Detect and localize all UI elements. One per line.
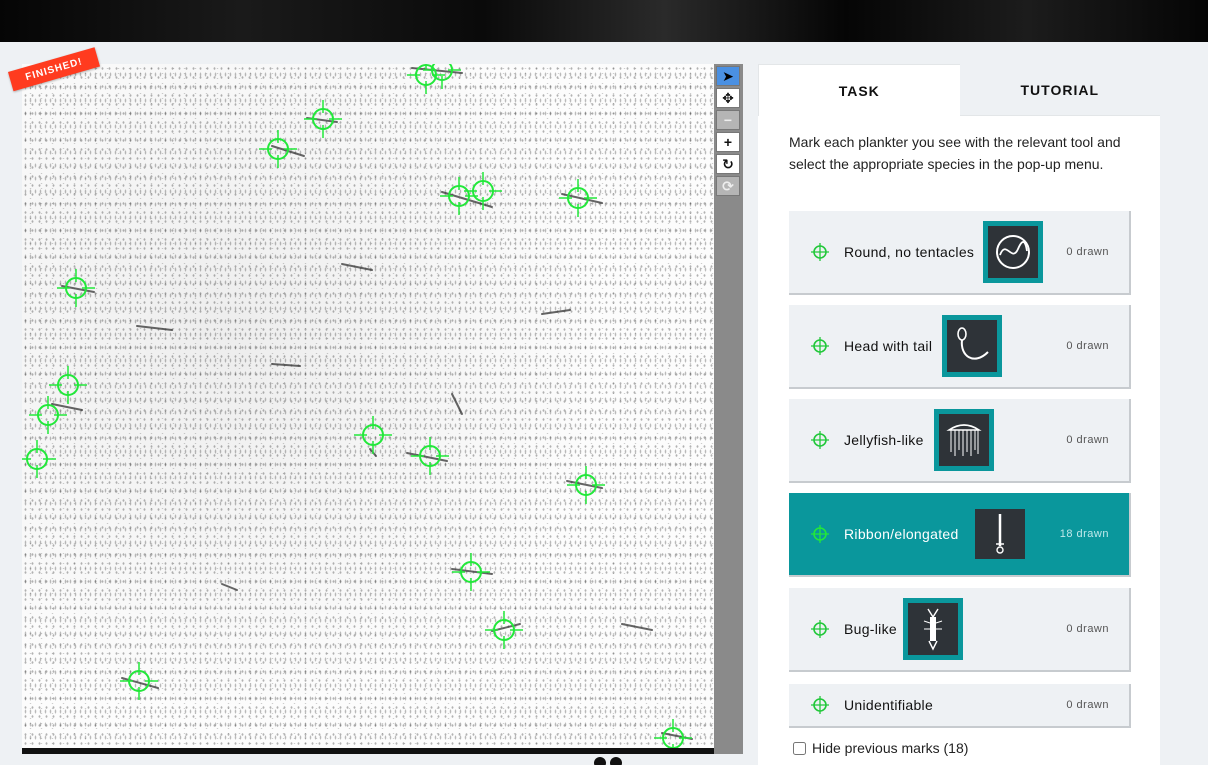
tool-count: 0 drawn [1066, 434, 1109, 446]
task-panel: TASK TUTORIAL Mark each plankter you see… [758, 64, 1160, 765]
plankton-mark[interactable] [29, 396, 67, 434]
tab-tutorial[interactable]: TUTORIAL [959, 64, 1160, 116]
zoom-out-icon[interactable]: − [716, 110, 740, 130]
jellyfish-plankton-icon [934, 409, 994, 471]
tool-count: 0 drawn [1066, 623, 1109, 635]
plankton-mark[interactable] [304, 100, 342, 138]
tool-unidentifiable[interactable]: Unidentifiable 0 drawn [789, 684, 1131, 728]
plankton-mark[interactable] [49, 366, 87, 404]
viewer-footer-icons [594, 757, 622, 765]
crosshair-icon [811, 243, 829, 261]
metadata-icon[interactable] [610, 757, 622, 765]
task-tabs: TASK TUTORIAL [758, 64, 1160, 116]
plankton-mark[interactable] [22, 440, 56, 478]
zoom-in-icon[interactable]: + [716, 132, 740, 152]
rotate-icon[interactable]: ↻ [716, 154, 740, 174]
info-icon[interactable] [594, 757, 606, 765]
tool-label: Round, no tentacles [844, 244, 975, 260]
tool-label: Unidentifiable [844, 697, 934, 713]
task-instructions: Mark each plankter you see with the rele… [789, 134, 1121, 172]
crosshair-icon [811, 620, 829, 638]
plankton-image [22, 64, 693, 754]
tool-count: 0 drawn [1066, 340, 1109, 352]
crosshair-icon [811, 525, 829, 543]
plankton-mark[interactable] [354, 416, 392, 454]
bug-plankton-icon [903, 598, 963, 660]
crosshair-icon [811, 337, 829, 355]
pointer-icon[interactable]: ➤ [716, 66, 740, 86]
tab-task[interactable]: TASK [758, 64, 960, 116]
plankton-mark[interactable] [259, 130, 297, 168]
reset-icon[interactable]: ⟳ [716, 176, 740, 196]
plankton-mark[interactable] [464, 172, 502, 210]
round-plankton-icon [983, 221, 1043, 283]
tool-ribbon-elongated[interactable]: Ribbon/elongated 18 drawn [789, 493, 1131, 577]
tool-head-with-tail[interactable]: Head with tail 0 drawn [789, 305, 1131, 389]
tool-bug-like[interactable]: Bug-like 0 drawn [789, 588, 1131, 672]
subject-header-banner [0, 0, 1208, 42]
plankton-mark[interactable] [654, 719, 692, 754]
head-tail-plankton-icon [942, 315, 1002, 377]
tool-count: 18 drawn [1059, 528, 1109, 540]
hide-marks-label: Hide previous marks (18) [812, 740, 969, 756]
tool-jellyfish-like[interactable]: Jellyfish-like 0 drawn [789, 399, 1131, 483]
plankton-mark[interactable] [120, 662, 158, 700]
move-icon[interactable]: ✥ [716, 88, 740, 108]
tool-label: Bug-like [844, 621, 897, 637]
subject-image-viewer[interactable] [22, 64, 714, 754]
hide-previous-marks[interactable]: Hide previous marks (18) [793, 740, 968, 756]
tool-label: Jellyfish-like [844, 432, 924, 448]
plankton-mark[interactable] [485, 611, 523, 649]
viewer-toolbar: ➤ ✥ − + ↻ ⟳ [714, 64, 743, 754]
plankton-mark[interactable] [440, 177, 478, 215]
ribbon-plankton-icon [972, 506, 1028, 562]
plankton-mark[interactable] [411, 437, 449, 475]
crosshair-icon [811, 431, 829, 449]
tool-count: 0 drawn [1066, 699, 1109, 711]
crosshair-icon [811, 696, 829, 714]
tool-label: Ribbon/elongated [844, 526, 959, 542]
tool-count: 0 drawn [1066, 246, 1109, 258]
tool-label: Head with tail [844, 338, 933, 354]
hide-marks-checkbox[interactable] [793, 741, 806, 755]
tool-round-no-tentacles[interactable]: Round, no tentacles 0 drawn [789, 211, 1131, 295]
